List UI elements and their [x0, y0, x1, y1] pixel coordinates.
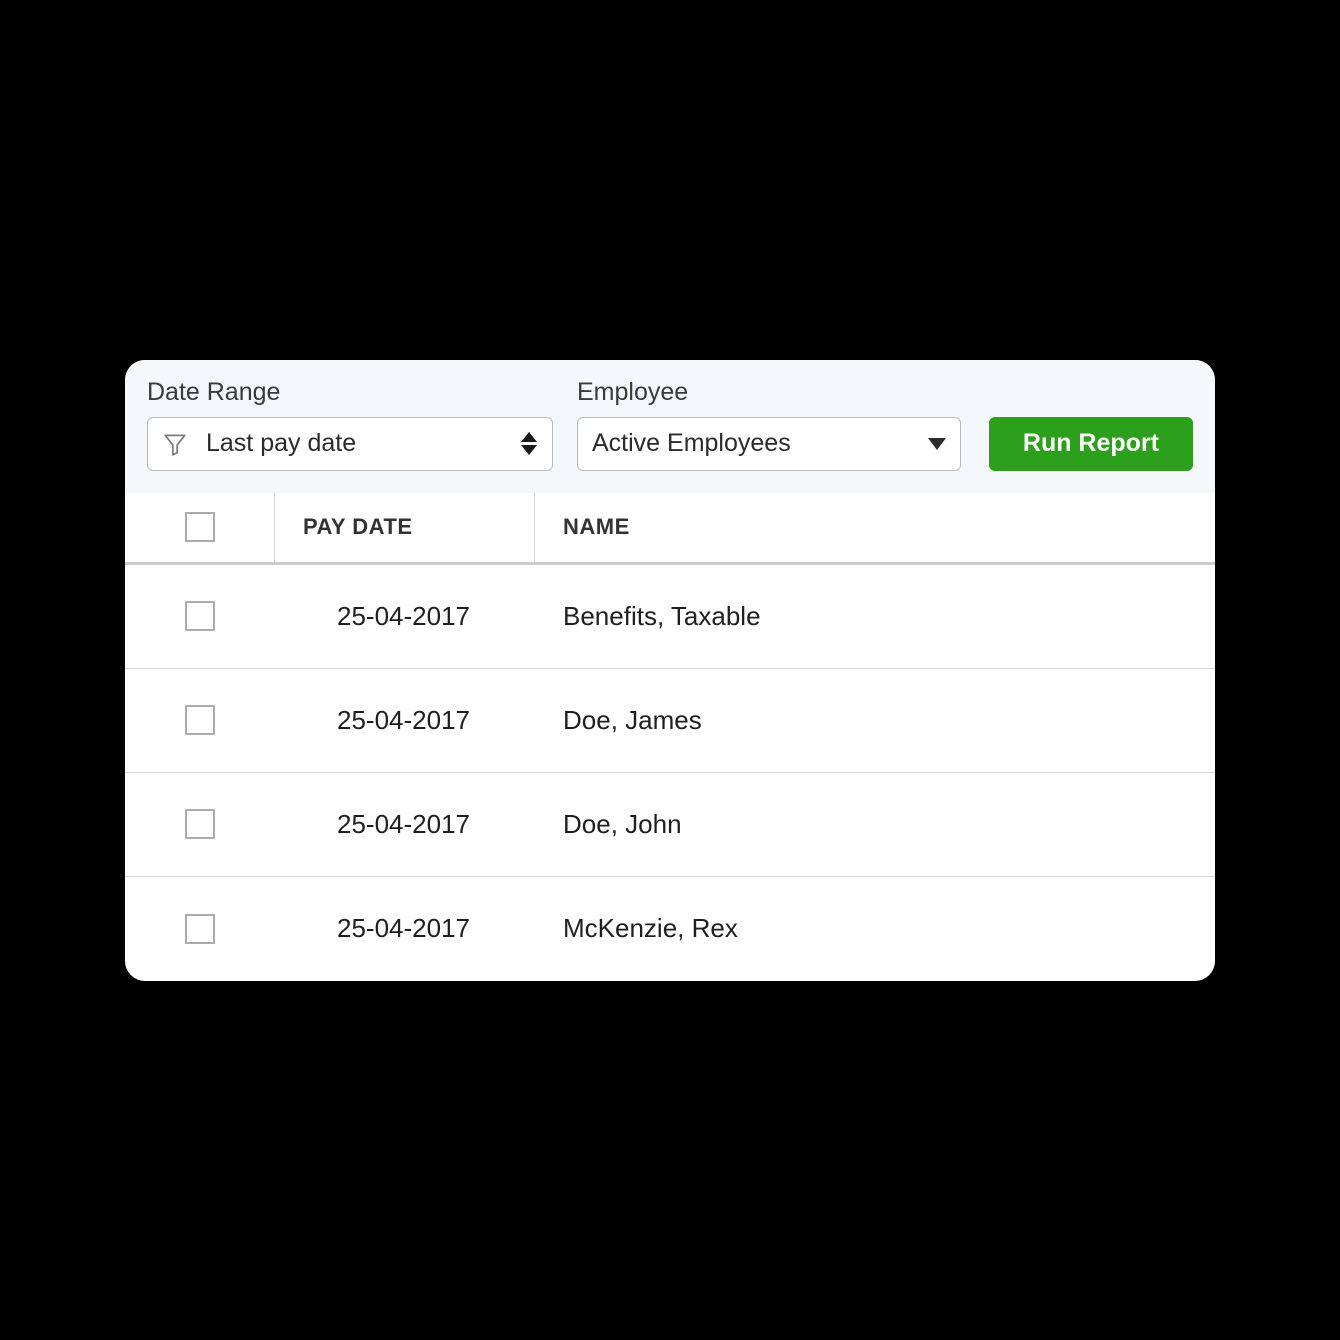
- cell-name: Benefits, Taxable: [563, 601, 761, 631]
- table-row: 25-04-2017 Doe, James: [125, 669, 1215, 773]
- employee-field: Employee Active Employees: [577, 378, 961, 471]
- cell-pay-date: 25-04-2017: [337, 913, 470, 943]
- column-header-pay-date[interactable]: PAY DATE: [303, 514, 413, 540]
- filter-bar: Date Range Last pay date Employee Active…: [125, 360, 1215, 493]
- sort-double-arrow-icon: [520, 432, 538, 455]
- cell-pay-date: 25-04-2017: [337, 705, 470, 735]
- row-checkbox[interactable]: [185, 914, 215, 944]
- table-row: 25-04-2017 Benefits, Taxable: [125, 565, 1215, 669]
- table-row: 25-04-2017 McKenzie, Rex: [125, 877, 1215, 981]
- caret-down-icon: [928, 438, 946, 450]
- employee-label: Employee: [577, 378, 961, 407]
- funnel-icon: [162, 431, 188, 457]
- date-range-value: Last pay date: [206, 429, 510, 458]
- run-report-button[interactable]: Run Report: [989, 417, 1193, 471]
- results-table: PAY DATE NAME 25-04-2017 Benefits, Taxab…: [125, 493, 1215, 981]
- row-checkbox[interactable]: [185, 809, 215, 839]
- date-range-field: Date Range Last pay date: [147, 378, 553, 471]
- table-header-row: PAY DATE NAME: [125, 493, 1215, 565]
- employee-select[interactable]: Active Employees: [577, 417, 961, 471]
- table-row: 25-04-2017 Doe, John: [125, 773, 1215, 877]
- date-range-select[interactable]: Last pay date: [147, 417, 553, 471]
- row-checkbox[interactable]: [185, 705, 215, 735]
- column-header-name[interactable]: NAME: [563, 514, 630, 540]
- cell-pay-date: 25-04-2017: [337, 809, 470, 839]
- cell-name: Doe, James: [563, 705, 702, 735]
- cell-name: McKenzie, Rex: [563, 913, 738, 943]
- cell-name: Doe, John: [563, 809, 682, 839]
- employee-value: Active Employees: [592, 429, 918, 458]
- row-checkbox[interactable]: [185, 601, 215, 631]
- report-card: Date Range Last pay date Employee Active…: [125, 360, 1215, 981]
- date-range-label: Date Range: [147, 378, 553, 407]
- select-all-checkbox[interactable]: [185, 512, 215, 542]
- cell-pay-date: 25-04-2017: [337, 601, 470, 631]
